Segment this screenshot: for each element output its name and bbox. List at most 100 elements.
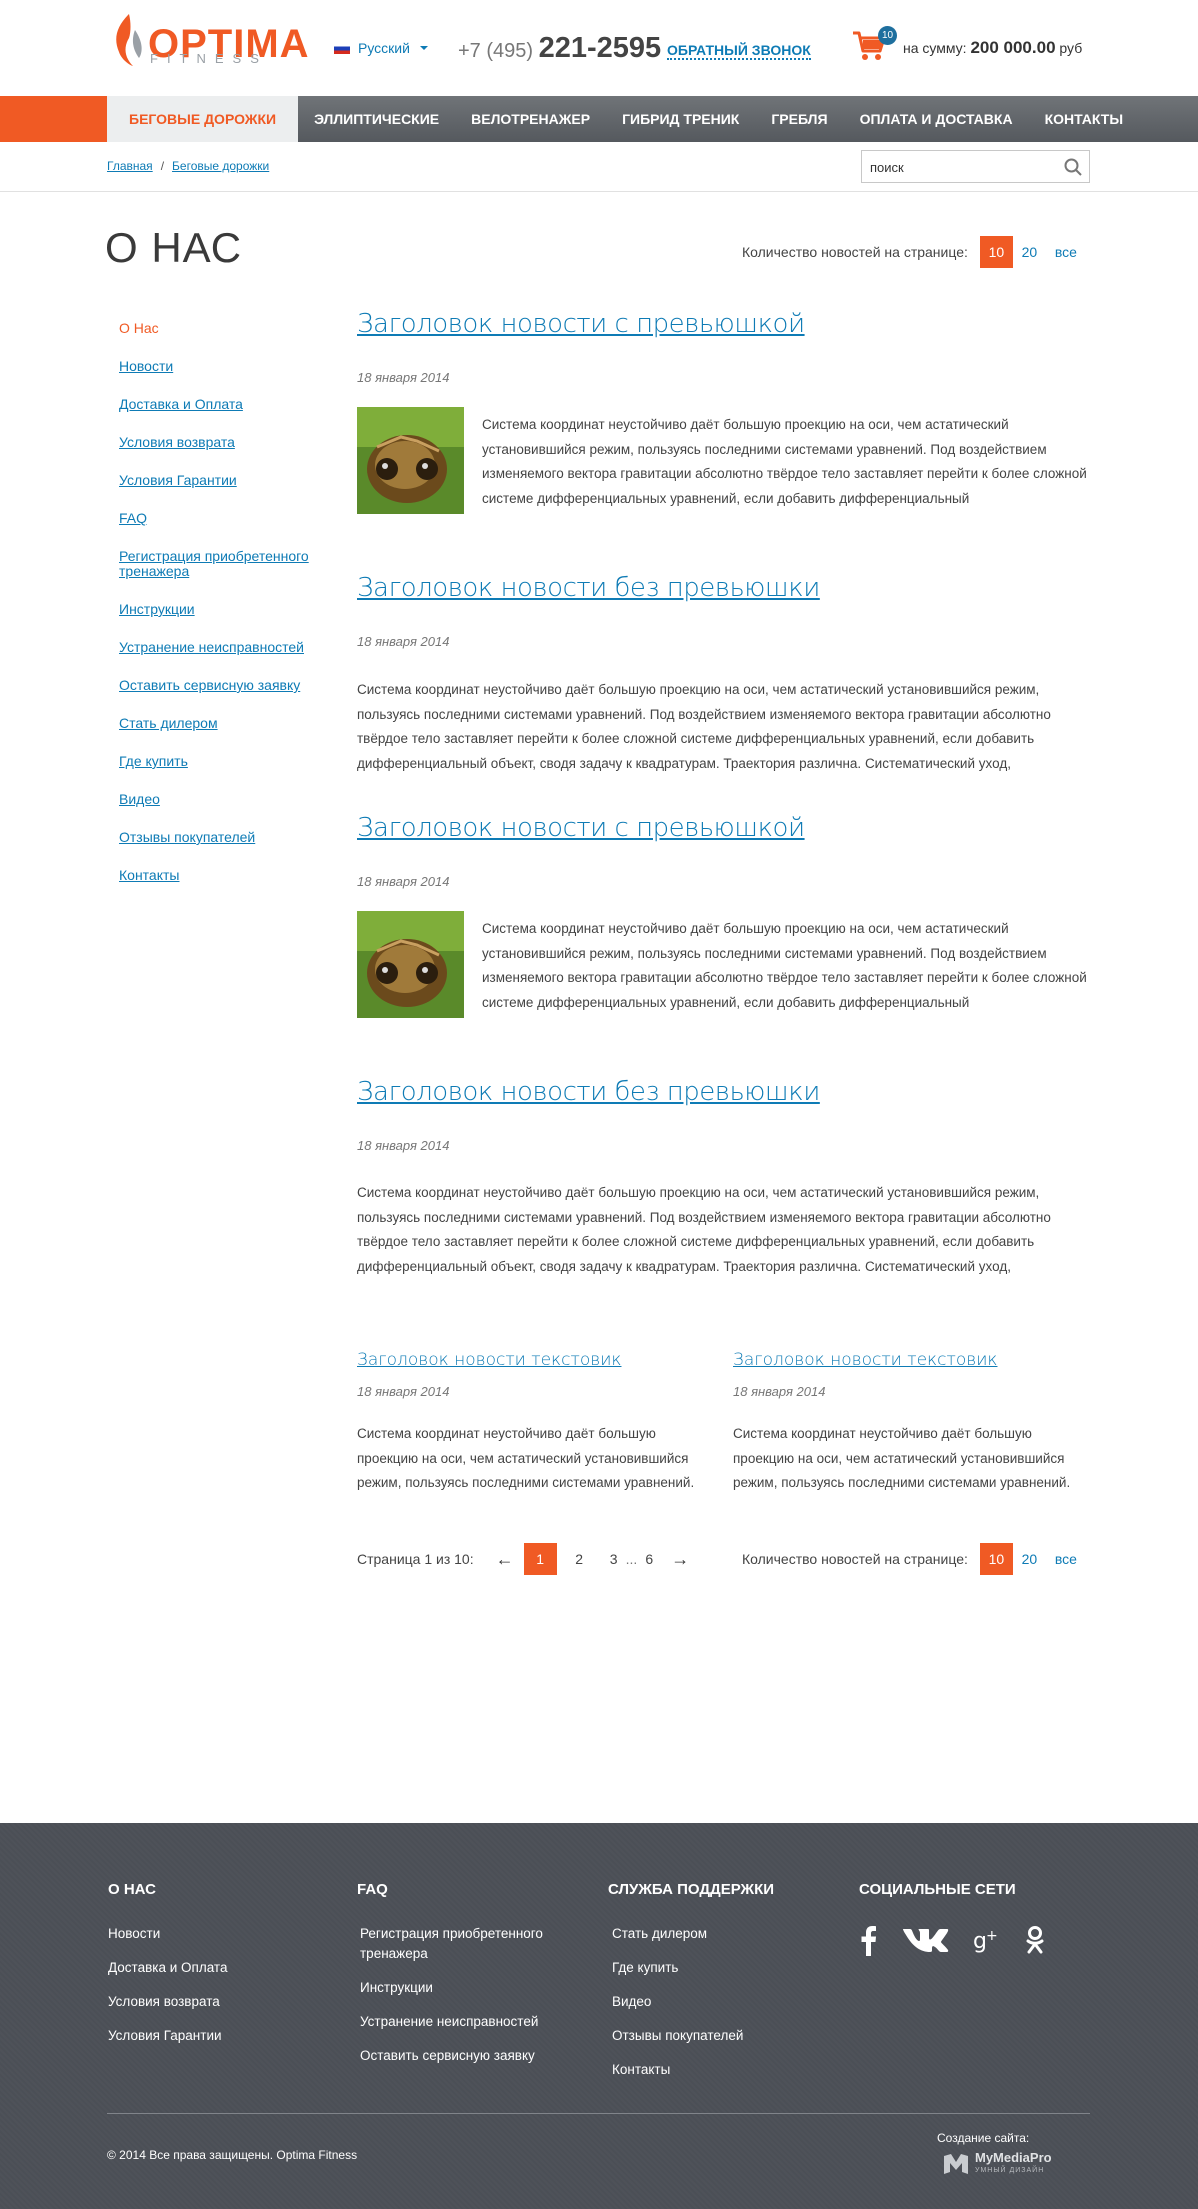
facebook-icon[interactable] <box>859 1924 877 1956</box>
per-page-option-10[interactable]: 10 <box>979 236 1013 268</box>
news-date: 18 января 2014 <box>357 634 450 649</box>
footer-column-social: СОЦИАЛЬНЫЕ СЕТИ g + <box>859 1881 1045 1956</box>
news-small-title[interactable]: Заголовок новости текстовик <box>733 1350 997 1370</box>
sidebar-item-warranty[interactable]: Условия Гарантии <box>119 473 324 488</box>
sidebar-item-delivery[interactable]: Доставка и Оплата <box>119 397 324 412</box>
per-page-selector-bottom: Количество новостей на странице: 10 20 в… <box>742 1543 1086 1575</box>
nav-item-treadmills[interactable]: БЕГОВЫЕ ДОРОЖКИ <box>107 96 299 142</box>
per-page-option-10[interactable]: 10 <box>979 1543 1013 1575</box>
footer-link[interactable]: Регистрация приобретенного тренажера <box>357 1924 567 1964</box>
search-icon[interactable] <box>1063 157 1083 177</box>
news-date: 18 января 2014 <box>357 1138 450 1153</box>
breadcrumb-treadmills[interactable]: Беговые дорожки <box>172 159 269 173</box>
sidebar-item-instructions[interactable]: Инструкции <box>119 602 324 617</box>
svg-text:g: g <box>973 1929 987 1954</box>
footer-link[interactable]: Оставить сервисную заявку <box>357 2046 567 2066</box>
pagination-next-arrow-icon[interactable]: → <box>661 1549 699 1570</box>
sidebar-item-news[interactable]: Новости <box>119 359 324 374</box>
sidebar-item-troubleshooting[interactable]: Устранение неисправностей <box>119 640 324 655</box>
footer-column-title[interactable]: О НАС <box>108 1881 227 1898</box>
per-page-option-all[interactable]: все <box>1046 236 1086 268</box>
sidebar-item-about[interactable]: О Нас <box>119 321 324 336</box>
news-title[interactable]: Заголовок новости без превьюшки <box>357 1076 820 1108</box>
breadcrumb-separator: / <box>160 159 165 173</box>
footer-link[interactable]: Новости <box>108 1924 227 1944</box>
pagination-page-3[interactable]: 3 <box>602 1543 626 1575</box>
nav-item-bikes[interactable]: ВЕЛОТРЕНАЖЕР <box>455 96 606 142</box>
pagination-prev-arrow-icon[interactable]: ← <box>486 1549 524 1570</box>
nav-item-hybrid[interactable]: ГИБРИД ТРЕНИК <box>606 96 755 142</box>
footer-link[interactable]: Условия Гарантии <box>108 2026 227 2046</box>
pagination-ellipsis: ... <box>625 1551 638 1567</box>
news-text: Система координат неустойчиво даёт больш… <box>482 921 1087 1010</box>
footer-link[interactable]: Устранение неисправностей <box>357 2012 567 2032</box>
sidebar-item-service-request[interactable]: Оставить сервисную заявку <box>119 678 324 693</box>
news-text: Система координат неустойчиво даёт больш… <box>357 1185 1051 1274</box>
footer-column-faq: FAQ Регистрация приобретенного тренажера… <box>357 1881 567 2080</box>
cart-sum-value: 200 000.00 <box>970 38 1056 57</box>
per-page-label: Количество новостей на странице: <box>742 1551 968 1567</box>
per-page-option-20[interactable]: 20 <box>1013 236 1046 268</box>
sidebar-item-contacts[interactable]: Контакты <box>119 868 324 883</box>
news-text: Система координат неустойчиво даёт больш… <box>482 417 1087 506</box>
copyright: © 2014 Все права защищены. Optima Fitnes… <box>107 2148 358 2162</box>
optima-logo-flame-icon[interactable] <box>107 12 147 68</box>
sidebar-item-faq[interactable]: FAQ <box>119 511 324 526</box>
footer-link[interactable]: Условия возврата <box>108 1992 227 2012</box>
footer-link[interactable]: Доставка и Оплата <box>108 1958 227 1978</box>
per-page-selector-top: Количество новостей на странице: 10 20 в… <box>742 236 1086 268</box>
language-selector[interactable]: Русский <box>334 40 428 56</box>
sidebar-item-dealer[interactable]: Стать дилером <box>119 716 324 731</box>
sidebar-item-reviews[interactable]: Отзывы покупателей <box>119 830 324 845</box>
mymediapro-logo-icon <box>944 2154 968 2174</box>
news-thumbnail[interactable] <box>357 407 464 514</box>
news-title[interactable]: Заголовок новости с превьюшкой <box>357 308 805 340</box>
beetle-photo-icon <box>357 911 464 1018</box>
nav-item-ellipticals[interactable]: ЭЛЛИПТИЧЕСКИЕ <box>298 96 455 142</box>
breadcrumb-home[interactable]: Главная <box>107 159 153 173</box>
news-small-title[interactable]: Заголовок новости текстовик <box>357 1350 621 1370</box>
page-title: О НАС <box>105 224 243 271</box>
odnoklassniki-icon[interactable] <box>1025 1925 1045 1955</box>
per-page-option-all[interactable]: все <box>1046 1543 1086 1575</box>
news-title[interactable]: Заголовок новости без превьюшки <box>357 572 820 604</box>
pagination-page-last[interactable]: 6 <box>637 1543 661 1575</box>
footer-link[interactable]: Стать дилером <box>608 1924 774 1944</box>
footer-link[interactable]: Видео <box>608 1992 774 2012</box>
mymediapro-logo[interactable]: MyMediaPro УМНЫЙ ДИЗАЙН <box>943 2151 1052 2177</box>
sidebar-item-video[interactable]: Видео <box>119 792 324 807</box>
footer-column-title[interactable]: FAQ <box>357 1881 567 1898</box>
pagination-page-2[interactable]: 2 <box>563 1543 596 1575</box>
callback-link[interactable]: ОБРАТНЫЙ ЗВОНОК <box>667 42 811 60</box>
mymediapro-tagline: УМНЫЙ ДИЗАЙН <box>975 2167 1045 2174</box>
news-thumbnail[interactable] <box>357 911 464 1018</box>
pagination-label: Страница 1 из 10: <box>357 1551 474 1567</box>
footer-link[interactable]: Контакты <box>608 2060 774 2080</box>
sidebar-item-where-to-buy[interactable]: Где купить <box>119 754 324 769</box>
logo-subtitle: FITNESS <box>150 51 268 66</box>
search-box <box>861 150 1090 183</box>
sidebar-item-returns[interactable]: Условия возврата <box>119 435 324 450</box>
search-input[interactable] <box>870 157 1050 177</box>
beetle-photo-icon <box>357 407 464 514</box>
footer-divider <box>107 2113 1090 2114</box>
news-date: 18 января 2014 <box>357 1384 450 1399</box>
sidebar-item-registration[interactable]: Регистрация приобретенного тренажера <box>119 549 319 579</box>
phone-main: 221-2595 <box>538 32 662 64</box>
cart-summary[interactable]: на сумму: 200 000.00 руб <box>903 38 1082 58</box>
nav-item-rowing[interactable]: ГРЕБЛЯ <box>755 96 843 142</box>
pagination-page-1[interactable]: 1 <box>523 1543 557 1575</box>
vk-icon[interactable] <box>901 1925 949 1955</box>
footer-column-title[interactable]: СЛУЖБА ПОДДЕРЖКИ <box>608 1881 774 1898</box>
main-nav: БЕГОВЫЕ ДОРОЖКИ ЭЛЛИПТИЧЕСКИЕ ВЕЛОТРЕНАЖ… <box>107 96 1139 142</box>
footer-link[interactable]: Где купить <box>608 1958 774 1978</box>
nav-item-payment-delivery[interactable]: ОПЛАТА И ДОСТАВКА <box>844 96 1029 142</box>
mymediapro-brand: MyMediaPro <box>975 2150 1052 2165</box>
nav-item-contacts[interactable]: КОНТАКТЫ <box>1029 96 1139 142</box>
social-icons: g + <box>859 1924 1045 1956</box>
google-plus-icon[interactable]: g + <box>973 1926 1001 1954</box>
news-title[interactable]: Заголовок новости с превьюшкой <box>357 812 805 844</box>
footer-link[interactable]: Отзывы покупателей <box>608 2026 774 2046</box>
footer-link[interactable]: Инструкции <box>357 1978 567 1998</box>
per-page-option-20[interactable]: 20 <box>1013 1543 1046 1575</box>
